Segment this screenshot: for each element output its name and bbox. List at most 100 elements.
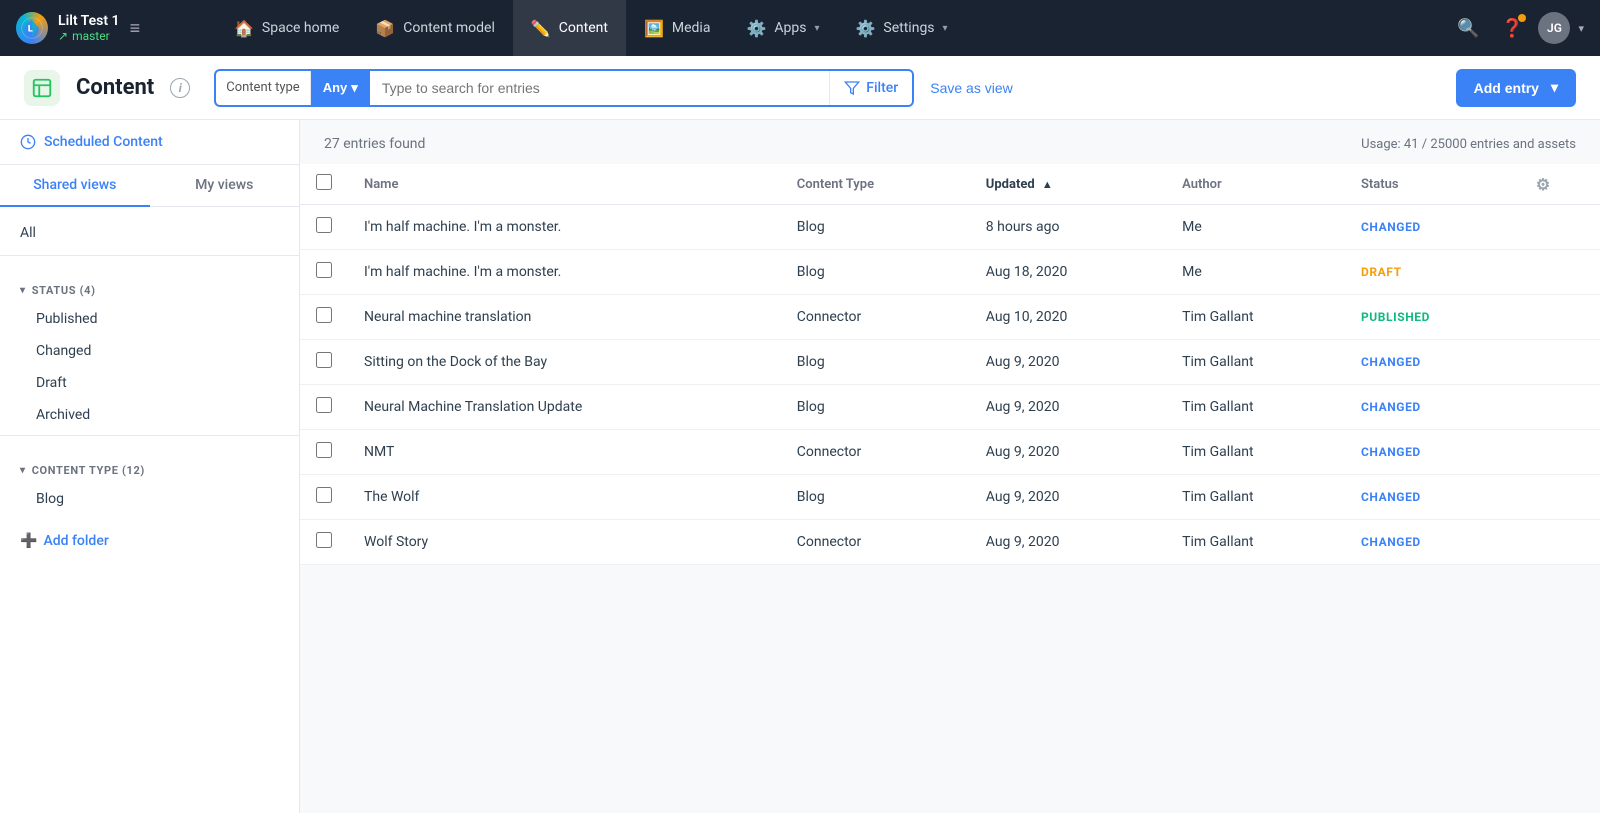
nav-media[interactable]: 🖼️ Media xyxy=(626,0,728,56)
nav-content-model-label: Content model xyxy=(403,20,495,36)
search-input[interactable] xyxy=(370,80,829,96)
entry-content-type: Blog xyxy=(781,340,970,385)
entry-status: DRAFT xyxy=(1361,265,1402,279)
scheduled-content-link[interactable]: Scheduled Content xyxy=(0,120,299,165)
add-folder-button[interactable]: ➕ Add folder xyxy=(0,523,299,559)
scheduled-content-label: Scheduled Content xyxy=(44,134,163,150)
entry-author: Tim Gallant xyxy=(1166,385,1345,430)
entry-name: NMT xyxy=(348,430,781,475)
content-type-dropdown[interactable]: Any ▾ xyxy=(311,71,370,105)
home-icon: 🏠 xyxy=(234,19,254,38)
nav-apps-label: Apps xyxy=(774,20,806,36)
entry-content-type: Connector xyxy=(781,295,970,340)
row-checkbox[interactable] xyxy=(316,217,332,233)
sidebar-all-item[interactable]: All xyxy=(0,215,299,251)
menu-toggle-icon[interactable]: ≡ xyxy=(130,18,141,39)
media-icon: 🖼️ xyxy=(644,19,664,38)
table-header: Name Content Type Updated ▲ Author Statu… xyxy=(300,164,1600,205)
row-checkbox[interactable] xyxy=(316,487,332,503)
nav-links: 🏠 Space home 📦 Content model ✏️ Content … xyxy=(216,0,1450,56)
add-folder-icon: ➕ xyxy=(20,533,37,549)
sidebar-status-archived[interactable]: Archived xyxy=(0,399,299,431)
add-entry-label: Add entry xyxy=(1474,80,1539,96)
table-settings-icon[interactable]: ⚙ xyxy=(1536,175,1550,194)
content-section-icon xyxy=(24,70,60,106)
search-button[interactable]: 🔍 xyxy=(1450,10,1486,46)
filter-button[interactable]: Filter xyxy=(829,71,912,105)
entry-name: Sitting on the Dock of the Bay xyxy=(348,340,781,385)
entry-author: Tim Gallant xyxy=(1166,475,1345,520)
app-title: Lilt Test 1 xyxy=(58,13,120,29)
content-type-col-header: Content Type xyxy=(781,164,970,205)
entry-status: CHANGED xyxy=(1361,445,1421,459)
content-icon: ✏️ xyxy=(531,19,551,38)
entry-status: CHANGED xyxy=(1361,400,1421,414)
entry-name: I'm half machine. I'm a monster. xyxy=(348,250,781,295)
filter-icon xyxy=(844,80,860,96)
app-logo: L xyxy=(16,12,48,44)
sidebar-status-published[interactable]: Published xyxy=(0,303,299,335)
table-row[interactable]: Neural Machine Translation Update Blog A… xyxy=(300,385,1600,430)
sidebar-tabs: Shared views My views xyxy=(0,165,299,207)
row-checkbox[interactable] xyxy=(316,397,332,413)
entry-status: CHANGED xyxy=(1361,535,1421,549)
table-row[interactable]: Sitting on the Dock of the Bay Blog Aug … xyxy=(300,340,1600,385)
avatar-dropdown-arrow[interactable]: ▾ xyxy=(1578,22,1584,35)
entry-content-type: Blog xyxy=(781,385,970,430)
add-folder-label: Add folder xyxy=(43,533,108,549)
content-type-value: Any xyxy=(323,80,348,95)
help-icon[interactable]: i xyxy=(170,78,190,98)
entry-updated: Aug 10, 2020 xyxy=(970,295,1166,340)
sidebar-status-draft[interactable]: Draft xyxy=(0,367,299,399)
apps-icon: ⚙️ xyxy=(746,19,766,38)
add-entry-button[interactable]: Add entry ▾ xyxy=(1456,69,1576,107)
entries-table-body: I'm half machine. I'm a monster. Blog 8 … xyxy=(300,205,1600,565)
save-as-view-button[interactable]: Save as view xyxy=(930,80,1012,96)
sidebar-divider-1 xyxy=(0,255,299,256)
top-navigation: L Lilt Test 1 ↗master ≡ 🏠 Space home 📦 C… xyxy=(0,0,1600,56)
app-brand: L Lilt Test 1 ↗master ≡ xyxy=(16,12,216,44)
status-col-header: Status xyxy=(1345,164,1520,205)
row-checkbox[interactable] xyxy=(316,532,332,548)
tab-shared-views[interactable]: Shared views xyxy=(0,165,150,207)
sidebar-divider-2 xyxy=(0,435,299,436)
row-checkbox[interactable] xyxy=(316,352,332,368)
row-checkbox[interactable] xyxy=(316,262,332,278)
row-checkbox[interactable] xyxy=(316,442,332,458)
user-avatar[interactable]: JG xyxy=(1538,12,1570,44)
status-group-header[interactable]: ▾ STATUS (4) xyxy=(0,276,299,303)
author-col-header: Author xyxy=(1166,164,1345,205)
row-checkbox[interactable] xyxy=(316,307,332,323)
status-group-label: STATUS (4) xyxy=(32,284,96,297)
table-row[interactable]: The Wolf Blog Aug 9, 2020 Tim Gallant CH… xyxy=(300,475,1600,520)
table-row[interactable]: I'm half machine. I'm a monster. Blog 8 … xyxy=(300,205,1600,250)
entry-updated: Aug 9, 2020 xyxy=(970,430,1166,475)
select-all-checkbox[interactable] xyxy=(316,174,332,190)
entry-name: Neural machine translation xyxy=(348,295,781,340)
nav-content[interactable]: ✏️ Content xyxy=(513,0,626,56)
nav-settings[interactable]: ⚙️ Settings ▾ xyxy=(837,0,965,56)
sidebar-content-type-blog[interactable]: Blog xyxy=(0,483,299,515)
settings-icon: ⚙️ xyxy=(855,19,875,38)
nav-apps[interactable]: ⚙️ Apps ▾ xyxy=(728,0,837,56)
entry-updated: Aug 9, 2020 xyxy=(970,520,1166,565)
table-row[interactable]: Neural machine translation Connector Aug… xyxy=(300,295,1600,340)
nav-space-home[interactable]: 🏠 Space home xyxy=(216,0,357,56)
entry-author: Tim Gallant xyxy=(1166,430,1345,475)
entry-author: Tim Gallant xyxy=(1166,340,1345,385)
entry-updated: Aug 9, 2020 xyxy=(970,340,1166,385)
tab-my-views[interactable]: My views xyxy=(150,165,300,206)
table-row[interactable]: I'm half machine. I'm a monster. Blog Au… xyxy=(300,250,1600,295)
updated-col-header[interactable]: Updated ▲ xyxy=(970,164,1166,205)
entry-content-type: Blog xyxy=(781,205,970,250)
entry-status: CHANGED xyxy=(1361,355,1421,369)
sidebar-status-group: ▾ STATUS (4) Published Changed Draft Arc… xyxy=(0,268,299,448)
table-row[interactable]: NMT Connector Aug 9, 2020 Tim Gallant CH… xyxy=(300,430,1600,475)
sidebar-status-changed[interactable]: Changed xyxy=(0,335,299,367)
entry-author: Tim Gallant xyxy=(1166,520,1345,565)
table-row[interactable]: Wolf Story Connector Aug 9, 2020 Tim Gal… xyxy=(300,520,1600,565)
content-type-arrow: ▾ xyxy=(351,80,358,96)
content-type-group-header[interactable]: ▾ CONTENT TYPE (12) xyxy=(0,456,299,483)
name-col-header: Name xyxy=(348,164,781,205)
nav-content-model[interactable]: 📦 Content model xyxy=(357,0,513,56)
